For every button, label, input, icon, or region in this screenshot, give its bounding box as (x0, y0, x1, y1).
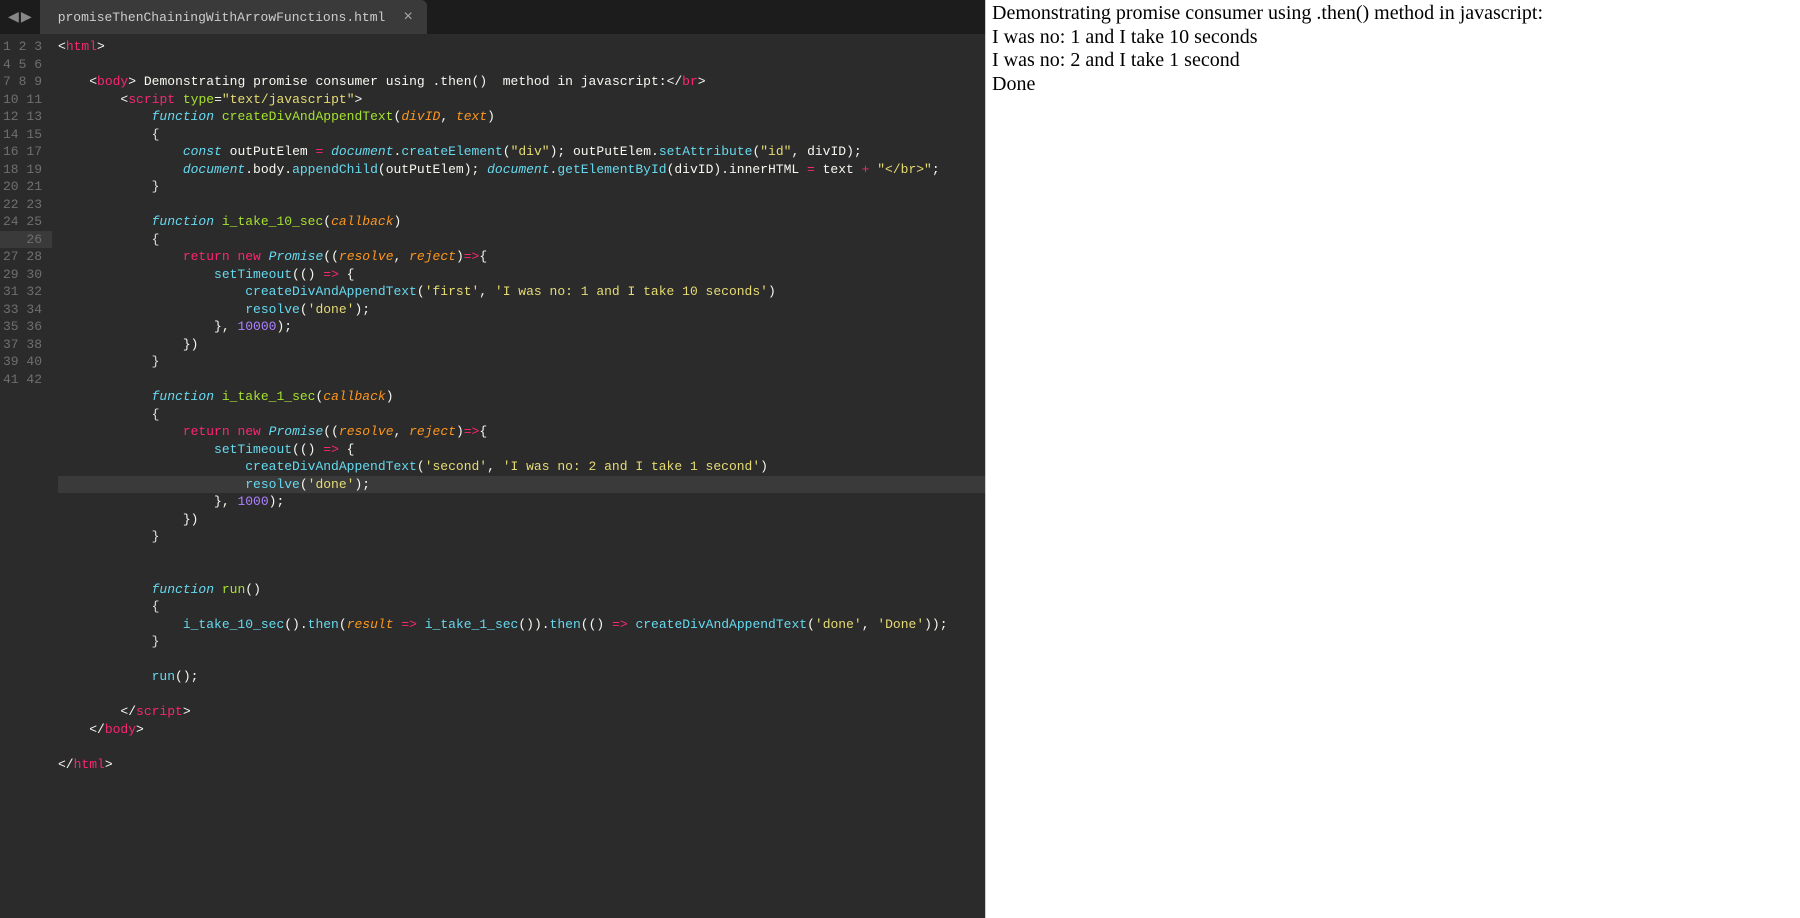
output-line: I was no: 2 and I take 1 second (992, 49, 1794, 73)
tab-bar: ◀ ▶ promiseThenChainingWithArrowFunction… (0, 0, 985, 34)
line-number-gutter: 1 2 3 4 5 6 7 8 9 10 11 12 13 14 15 16 1… (0, 34, 52, 918)
output-line: I was no: 1 and I take 10 seconds (992, 26, 1794, 50)
code-content[interactable]: <html> <body> Demonstrating promise cons… (52, 34, 985, 918)
tab-nav-left-icon[interactable]: ◀ (8, 6, 19, 28)
file-tab-title: promiseThenChainingWithArrowFunctions.ht… (58, 10, 386, 25)
editor-pane: ◀ ▶ promiseThenChainingWithArrowFunction… (0, 0, 985, 918)
close-icon[interactable]: × (403, 9, 413, 25)
browser-output-pane: Demonstrating promise consumer using .th… (985, 0, 1800, 918)
tab-nav-right-icon[interactable]: ▶ (21, 6, 32, 28)
output-line: Done (992, 73, 1794, 97)
file-tab[interactable]: promiseThenChainingWithArrowFunctions.ht… (40, 0, 427, 34)
output-line: Demonstrating promise consumer using .th… (992, 2, 1794, 26)
code-area[interactable]: 1 2 3 4 5 6 7 8 9 10 11 12 13 14 15 16 1… (0, 34, 985, 918)
tab-nav-arrows: ◀ ▶ (0, 0, 40, 34)
